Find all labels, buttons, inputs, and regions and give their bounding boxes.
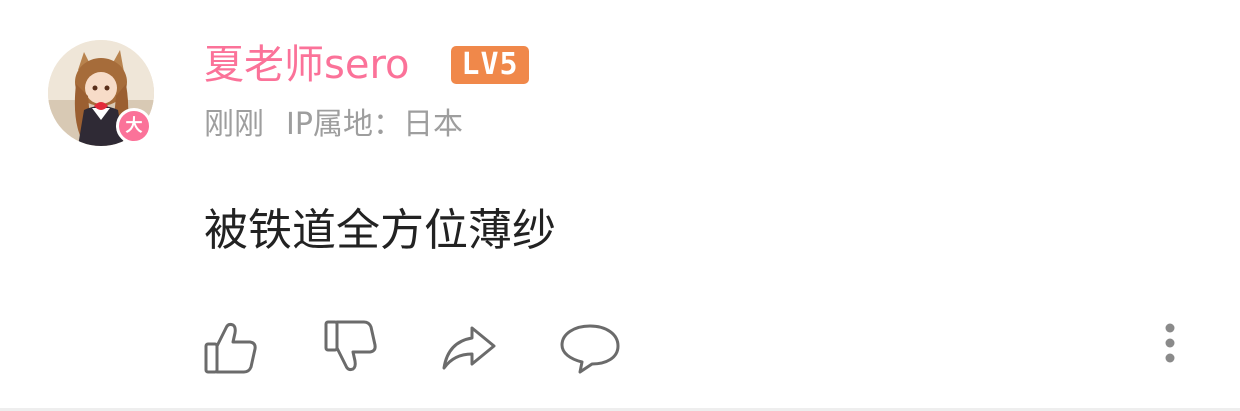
comment-meta: 刚刚 IP属地：日本 xyxy=(204,104,463,146)
level-badge: LV5 xyxy=(451,46,529,84)
thumbs-down-icon xyxy=(324,320,377,372)
share-arrow-icon xyxy=(442,326,496,370)
username[interactable]: 夏老师sero xyxy=(204,37,410,93)
comment-actions xyxy=(0,310,1240,380)
reply-button[interactable] xyxy=(560,318,620,378)
avatar-container[interactable]: 大 xyxy=(48,40,154,146)
comment-card: 大 夏老师sero LV5 刚刚 IP属地：日本 被铁道全方位薄纱 xyxy=(0,0,1240,408)
dislike-button[interactable] xyxy=(320,318,380,378)
like-button[interactable] xyxy=(200,318,260,378)
vip-badge: 大 xyxy=(116,108,152,144)
comment-text: 被铁道全方位薄纱 xyxy=(204,205,556,256)
ip-location: IP属地：日本 xyxy=(286,107,463,142)
thumbs-up-icon xyxy=(204,322,257,374)
speech-bubble-icon xyxy=(560,324,620,374)
vertical-ellipsis-icon xyxy=(1165,323,1175,363)
share-button[interactable] xyxy=(438,318,498,378)
comment-time: 刚刚 xyxy=(204,107,264,142)
more-options-button[interactable] xyxy=(1152,318,1188,378)
